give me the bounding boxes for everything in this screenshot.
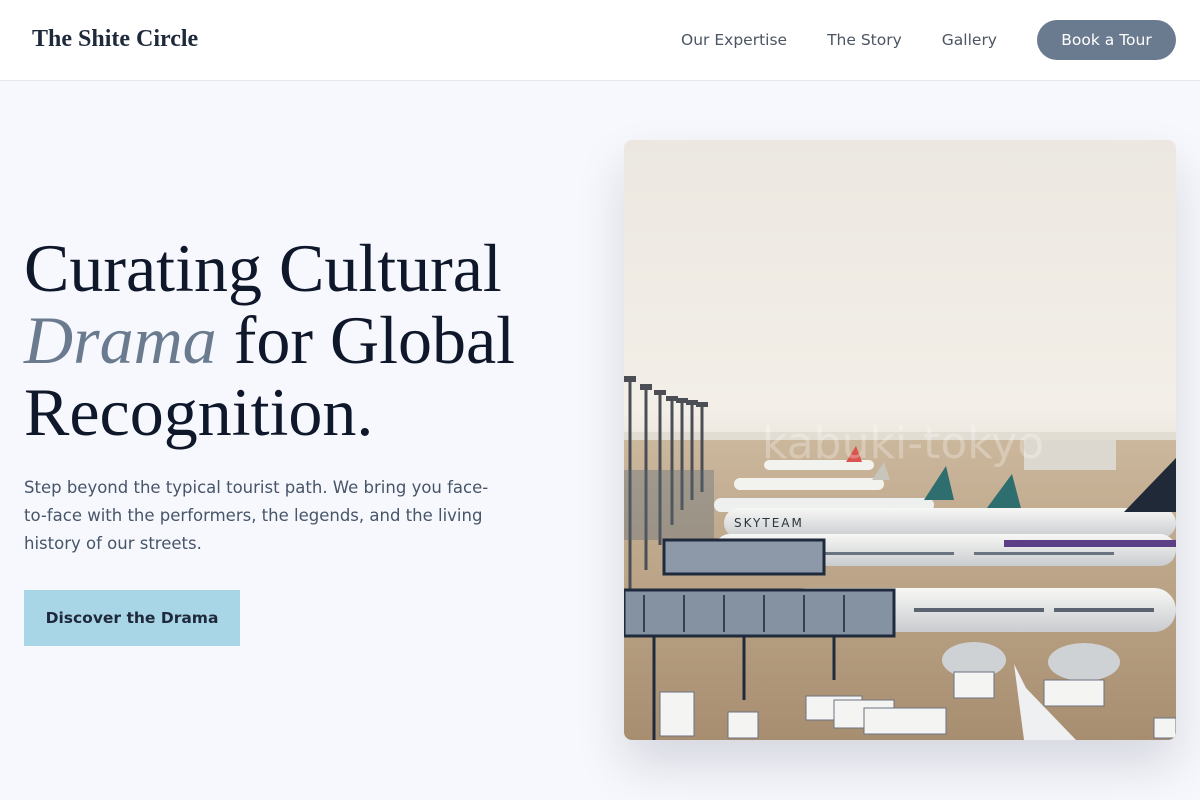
site-logo[interactable]: The Shite Circle — [32, 26, 198, 53]
nav-link-gallery[interactable]: Gallery — [942, 20, 997, 60]
image-watermark: kabuki-tokyo — [762, 418, 1044, 469]
headline-emphasis: Drama — [24, 302, 217, 378]
plane-livery-text: SKYTEAM — [734, 516, 804, 530]
headline-line-3: Recognition. — [24, 374, 374, 450]
discover-drama-button[interactable]: Discover the Drama — [24, 590, 240, 646]
headline-line-1: Curating Cultural — [24, 230, 502, 306]
headline-line-2: for Global — [216, 302, 516, 378]
hero-image: SKYTEAM kabuki-tokyo — [624, 140, 1176, 740]
hero-headline: Curating Cultural Drama for Global Recog… — [24, 232, 515, 448]
nav-link-the-story[interactable]: The Story — [827, 20, 902, 60]
nav-link-our-expertise[interactable]: Our Expertise — [681, 20, 787, 60]
airport-illustration: SKYTEAM kabuki-tokyo — [624, 140, 1176, 740]
main-nav: Our Expertise The Story Gallery Book a T… — [681, 20, 1176, 60]
book-tour-button[interactable]: Book a Tour — [1037, 20, 1176, 60]
site-header: The Shite Circle Our Expertise The Story… — [0, 0, 1200, 81]
hero-subtext: Step beyond the typical tourist path. We… — [24, 478, 489, 553]
